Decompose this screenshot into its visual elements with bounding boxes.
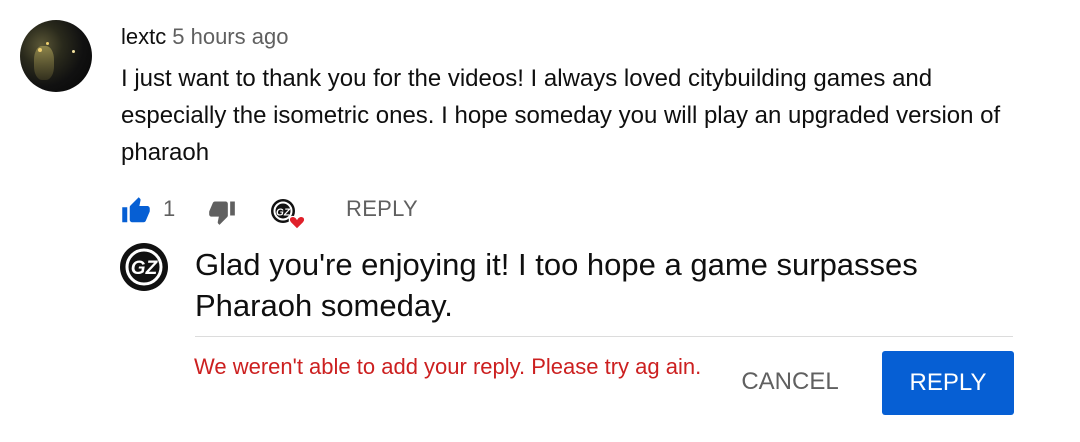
comment-text: I just want to thank you for the videos!… xyxy=(121,65,1001,166)
avatar-photo-streak xyxy=(34,46,54,80)
thumbs-down-icon[interactable] xyxy=(207,198,237,231)
svg-text:GZ: GZ xyxy=(131,258,159,279)
comment-header: lextc 5 hours ago xyxy=(121,24,288,50)
gz-logo-icon: GZ xyxy=(120,243,168,291)
creator-heart-icon[interactable]: GZ xyxy=(269,196,309,230)
comment-action-bar: 1 GZ REPLY xyxy=(119,194,439,230)
cancel-button[interactable]: CANCEL xyxy=(720,354,860,410)
avatar-photo-light xyxy=(72,50,75,53)
thumbs-down-icon-svg xyxy=(209,201,235,225)
channel-avatar[interactable]: GZ xyxy=(119,242,169,292)
creator-heart-icon-svg: GZ xyxy=(271,199,306,230)
like-count: 1 xyxy=(163,196,176,221)
avatar-photo-light xyxy=(46,42,49,45)
commenter-avatar[interactable] xyxy=(20,20,92,92)
reply-link[interactable]: REPLY xyxy=(346,196,418,222)
reply-error-message: We weren't able to add your reply. Pleas… xyxy=(194,354,702,379)
comment-timestamp[interactable]: 5 hours ago xyxy=(172,24,288,49)
avatar-photo-light xyxy=(38,48,42,52)
submit-reply-button[interactable]: REPLY xyxy=(882,351,1014,415)
svg-text:GZ: GZ xyxy=(276,208,291,219)
thumbs-up-icon[interactable] xyxy=(119,196,153,231)
comment-author[interactable]: lextc xyxy=(121,24,166,49)
thumbs-up-icon-svg xyxy=(122,197,150,223)
reply-input[interactable]: Glad you're enjoying it! I too hope a ga… xyxy=(195,244,1013,337)
